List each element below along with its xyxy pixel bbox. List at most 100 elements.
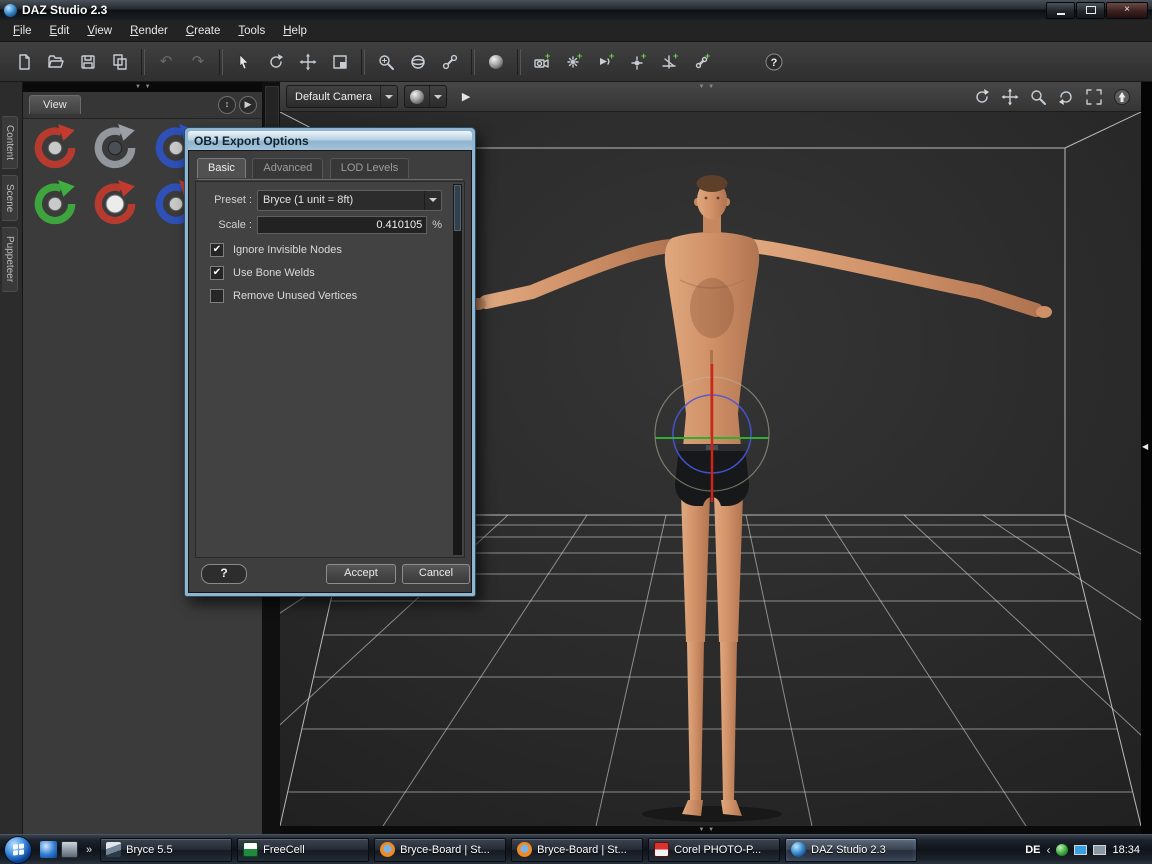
scale-tool-button[interactable] [324, 46, 356, 78]
surface-selection-button[interactable] [480, 46, 512, 78]
orbit-gray-tool[interactable] [87, 123, 143, 179]
dialog-content: Preset : Bryce (1 unit = 8ft) Scale : % … [195, 181, 465, 558]
aim-view-button[interactable] [1109, 86, 1135, 108]
roll-view-icon [1057, 88, 1075, 106]
orbit-green-tool[interactable] [27, 179, 83, 235]
tray-display-icon[interactable] [1093, 845, 1106, 855]
restore-button[interactable] [1076, 2, 1105, 19]
roll-view-button[interactable] [1053, 86, 1079, 108]
orbit-red-tool[interactable] [27, 123, 83, 179]
menu-tools[interactable]: Tools [229, 22, 274, 40]
sidebar-tab-scene[interactable]: Scene [2, 175, 18, 221]
taskbar-item-corel[interactable]: Corel PHOTO-P... [648, 838, 780, 862]
menu-create[interactable]: Create [177, 22, 230, 40]
taskbar-item-bryce[interactable]: Bryce 5.5 [100, 838, 232, 862]
daz-icon [791, 842, 806, 857]
scale-label: Scale : [202, 219, 252, 231]
pan-view-button[interactable] [997, 86, 1023, 108]
open-folder-icon [47, 53, 65, 71]
start-button[interactable] [4, 836, 32, 864]
copy-button[interactable] [104, 46, 136, 78]
drawstyle-selector[interactable] [404, 85, 447, 108]
dialog-scrollbar[interactable] [453, 184, 462, 555]
preset-dropdown[interactable]: Bryce (1 unit = 8ft) [257, 190, 442, 211]
panel-expand-button[interactable]: ▶ [239, 96, 257, 114]
svg-text:+: + [641, 53, 646, 61]
redo-button[interactable]: ↷ [182, 46, 214, 78]
undo-button[interactable]: ↶ [150, 46, 182, 78]
zoom-view-button[interactable] [1025, 86, 1051, 108]
tab-lod-levels[interactable]: LOD Levels [330, 158, 409, 178]
dialog-help-button[interactable]: ? [201, 564, 247, 584]
frame-view-button[interactable] [1081, 86, 1107, 108]
checkbox[interactable] [210, 289, 224, 303]
scrollbar-thumb[interactable] [454, 185, 461, 231]
joint-editor-button[interactable] [434, 46, 466, 78]
translate-tool-button[interactable] [292, 46, 324, 78]
splitter-grip-icon[interactable]: ▼ ▼ [135, 82, 152, 92]
menu-view[interactable]: View [78, 22, 121, 40]
save-icon [79, 53, 97, 71]
workspace: Content Scene Puppeteer ▼ ▼ View ↕ ▶ [0, 82, 1152, 834]
quick-launch-browser-icon[interactable] [40, 841, 57, 858]
accept-button[interactable]: Accept [326, 564, 396, 584]
tab-advanced[interactable]: Advanced [252, 158, 323, 178]
menu-edit[interactable]: Edit [41, 22, 79, 40]
tray-network-icon[interactable] [1074, 845, 1087, 855]
dock-collapse-icon[interactable]: ◀ [1142, 442, 1148, 451]
cursor-icon [235, 53, 253, 71]
viewport-bottom-splitter[interactable]: ▼ ▼ [280, 826, 1141, 834]
minimize-button[interactable] [1046, 2, 1075, 19]
rotate-tool-button[interactable] [260, 46, 292, 78]
new-null-button[interactable]: + [654, 46, 686, 78]
scale-input[interactable] [257, 216, 427, 234]
tray-collapse-icon[interactable]: ‹ [1046, 843, 1050, 857]
taskbar-item-bryce-board-1[interactable]: Bryce-Board | St... [374, 838, 506, 862]
new-file-button[interactable] [8, 46, 40, 78]
tab-basic[interactable]: Basic [197, 158, 246, 178]
sidebar-tab-content[interactable]: Content [2, 116, 18, 169]
play-icon: ▶ [462, 90, 470, 103]
save-button[interactable] [72, 46, 104, 78]
menu-help[interactable]: Help [274, 22, 316, 40]
spot-render-button[interactable] [370, 46, 402, 78]
clock[interactable]: 18:34 [1112, 844, 1140, 856]
tab-view[interactable]: View [29, 95, 81, 114]
quick-launch-desktop-icon[interactable] [61, 841, 78, 858]
sidebar-tab-puppeteer[interactable]: Puppeteer [2, 227, 18, 291]
new-bone-button[interactable]: + [686, 46, 718, 78]
quick-launch-overflow-icon[interactable]: » [86, 844, 92, 856]
viewport-play-button[interactable]: ▶ [453, 86, 479, 108]
node-select-button[interactable] [228, 46, 260, 78]
orbit-red-sphere-tool[interactable] [87, 179, 143, 235]
tray-status-icon[interactable] [1056, 844, 1068, 856]
preset-row: Preset : Bryce (1 unit = 8ft) [202, 190, 442, 210]
new-camera-button[interactable]: + [526, 46, 558, 78]
right-dock-strip[interactable]: ◀ [1141, 82, 1152, 834]
panel-splitter[interactable]: ▼ ▼ [23, 82, 262, 92]
camera-selector[interactable]: Default Camera [286, 85, 398, 108]
taskbar-item-freecell[interactable]: FreeCell [237, 838, 369, 862]
open-file-button[interactable] [40, 46, 72, 78]
taskbar-item-bryce-board-2[interactable]: Bryce-Board | St... [511, 838, 643, 862]
new-distant-light-button[interactable]: + [558, 46, 590, 78]
new-spotlight-button[interactable]: + [590, 46, 622, 78]
menu-file[interactable]: File [4, 22, 41, 40]
close-button[interactable]: × [1106, 2, 1148, 19]
orbit-gray-icon [90, 123, 140, 173]
cancel-button[interactable]: Cancel [402, 564, 470, 584]
new-point-light-button[interactable]: + [622, 46, 654, 78]
orbit-green-icon [30, 179, 80, 229]
language-indicator[interactable]: DE [1025, 844, 1040, 856]
checkbox[interactable]: ✔ [210, 266, 224, 280]
viewport-splitter-grip-icon[interactable]: ▼ ▼ [699, 82, 716, 92]
powerpose-button[interactable] [402, 46, 434, 78]
menu-render[interactable]: Render [121, 22, 177, 40]
orbit-view-button[interactable] [969, 86, 995, 108]
help-button[interactable]: ? [758, 46, 790, 78]
window-controls: × [1046, 2, 1148, 19]
taskbar-item-daz-studio[interactable]: DAZ Studio 2.3 [785, 838, 917, 862]
checkbox[interactable]: ✔ [210, 243, 224, 257]
dialog-title-bar[interactable]: OBJ Export Options [188, 131, 472, 150]
panel-dock-button[interactable]: ↕ [218, 96, 236, 114]
